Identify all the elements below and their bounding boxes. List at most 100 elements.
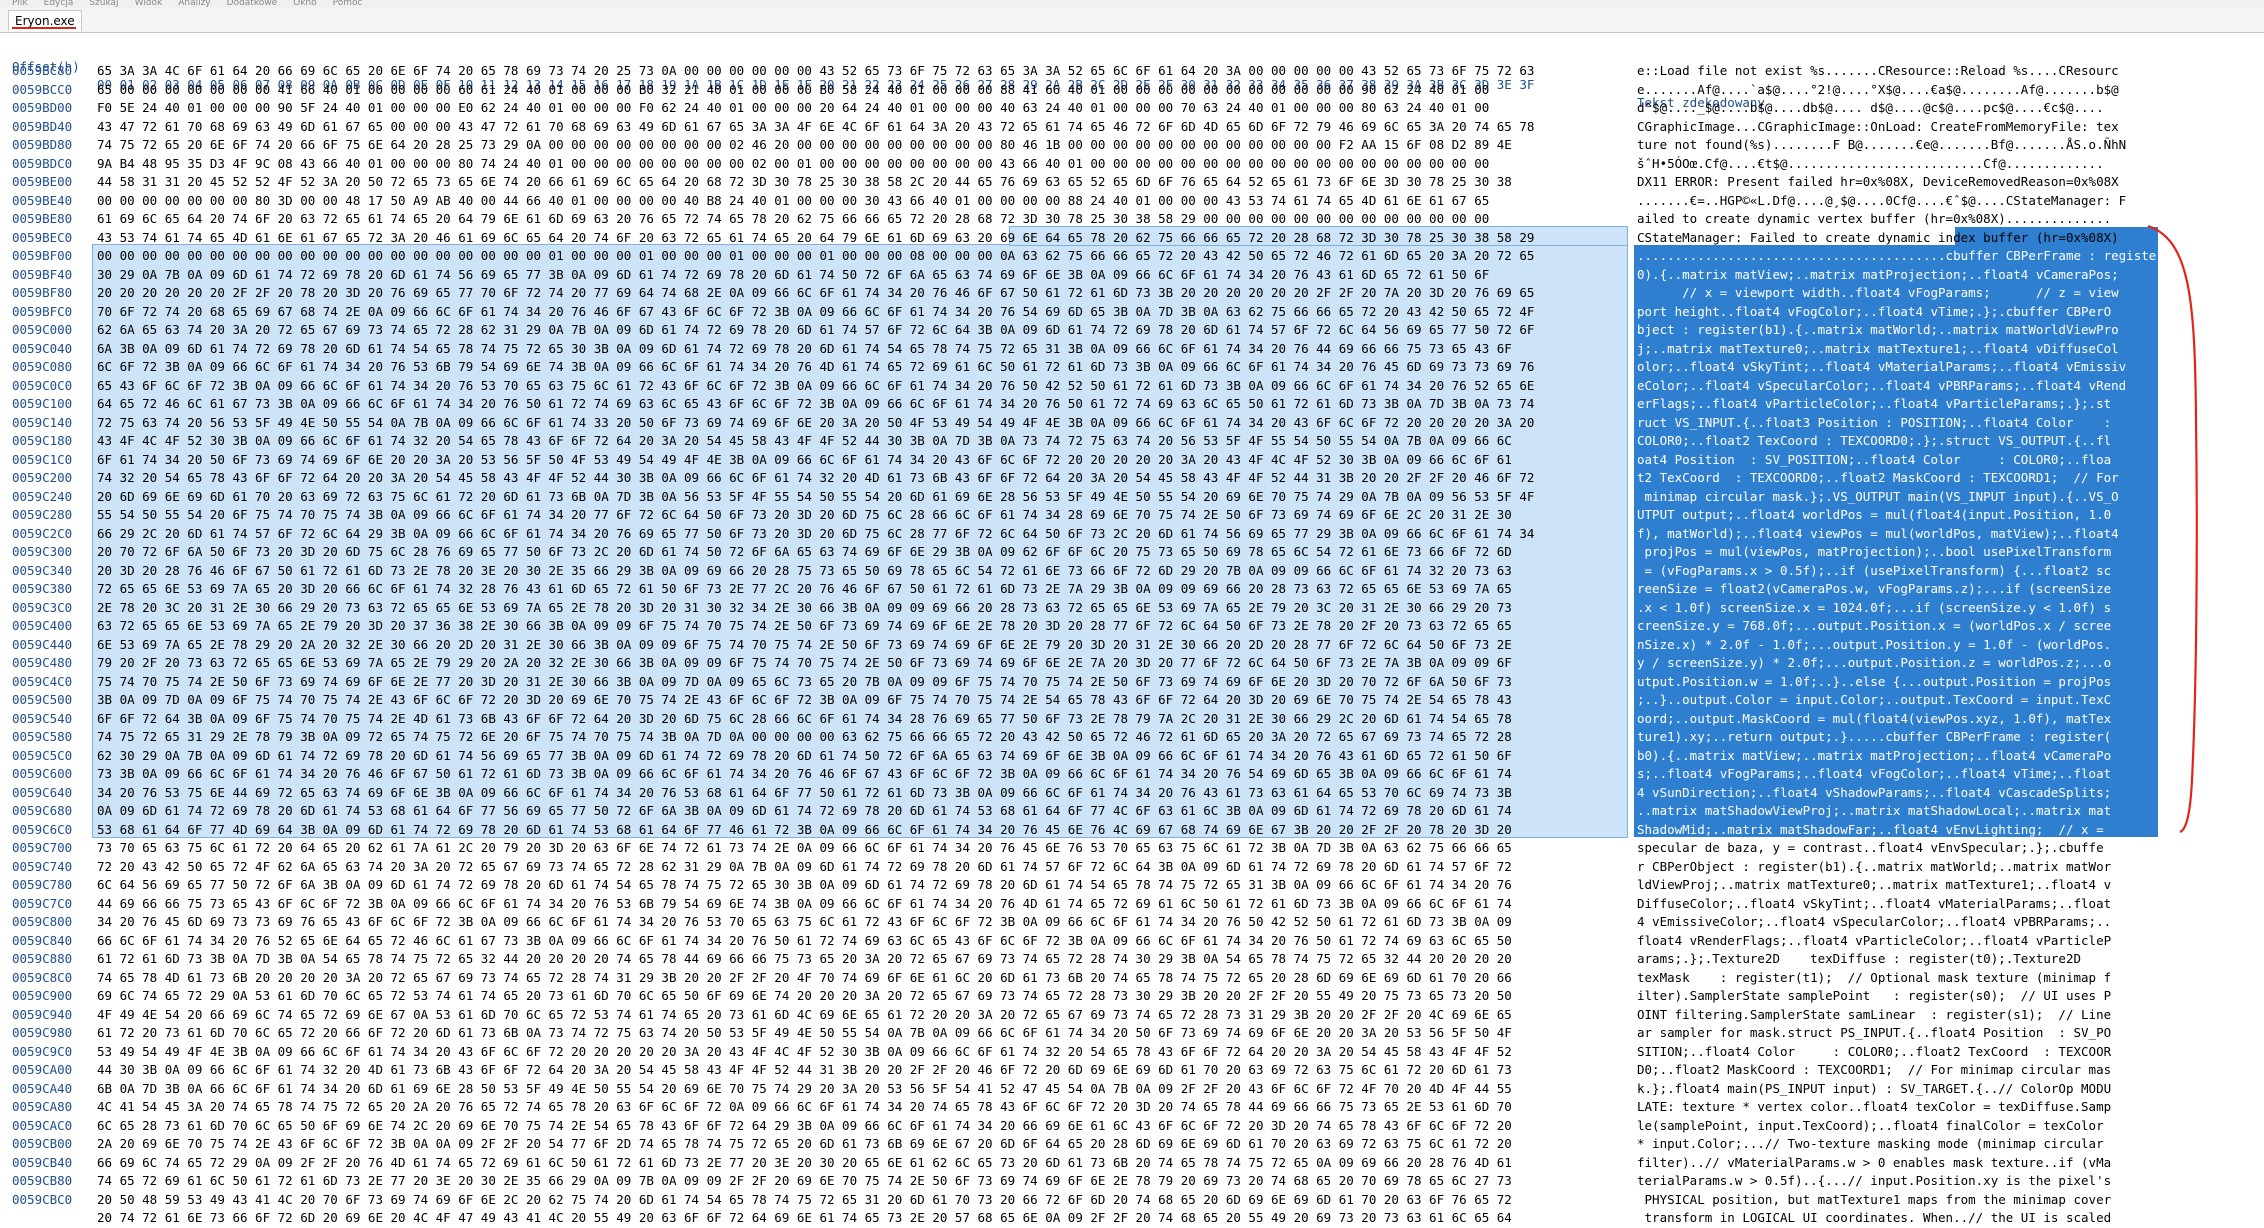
text-row[interactable]: ..matrix matShadowViewProj;..matrix matS… [1637, 802, 2157, 821]
hex-row[interactable]: 2A 20 69 6E 70 75 74 2E 43 6F 6C 6F 72 3… [97, 1135, 1627, 1154]
text-row[interactable]: 0).{..matrix matView;..matrix matProject… [1637, 266, 2157, 285]
text-row[interactable]: ;..}..output.Color = input.Color;..outpu… [1637, 691, 2157, 710]
hex-row[interactable]: 6B 0A 7D 3B 0A 66 6C 6F 61 74 34 20 6D 6… [97, 1080, 1627, 1099]
hex-row[interactable]: 75 74 70 75 74 2E 50 6F 73 69 74 69 6F 6… [97, 673, 1627, 692]
hex-row[interactable]: 69 6C 74 65 72 29 0A 53 61 6D 70 6C 65 7… [97, 987, 1627, 1006]
text-row[interactable]: OINT filtering.SamplerState samLinear : … [1637, 1006, 2157, 1025]
hex-row[interactable]: 44 30 3B 0A 09 66 6C 6F 61 74 32 20 4D 6… [97, 1061, 1627, 1080]
hex-bytes-area[interactable]: 65 3A 3A 4C 6F 61 64 20 66 69 6C 65 20 6… [97, 62, 1627, 1228]
text-row[interactable]: ture1).xy;..return output;.}.....cbuffer… [1637, 728, 2157, 747]
hex-row[interactable]: 72 75 63 74 20 56 53 5F 49 4E 50 55 54 0… [97, 414, 1627, 433]
text-row[interactable]: texMask : register(t1); // Optional mask… [1637, 969, 2157, 988]
hex-row[interactable]: 74 65 72 69 61 6C 50 61 72 61 6D 73 2E 7… [97, 1172, 1627, 1191]
text-row[interactable]: transform in LOGICAL UI coordinates. Whe… [1637, 1209, 2157, 1228]
hex-row[interactable]: 66 29 2C 20 6D 61 74 57 6F 72 6C 64 29 3… [97, 525, 1627, 544]
hex-row[interactable]: 53 49 54 49 4F 4E 3B 0A 09 66 6C 6F 61 7… [97, 1043, 1627, 1062]
hex-row[interactable]: 4C 41 54 45 3A 20 74 65 78 74 75 72 65 2… [97, 1098, 1627, 1117]
text-row[interactable]: arams;.};.Texture2D texDiffuse : registe… [1637, 950, 2157, 969]
hex-row[interactable]: 6C 64 56 69 65 77 50 72 6F 6A 3B 0A 09 6… [97, 876, 1627, 895]
hex-row[interactable]: 20 6D 69 6E 69 6D 61 70 20 63 69 72 63 7… [97, 488, 1627, 507]
hex-row[interactable]: 44 69 66 66 75 73 65 43 6F 6C 6F 72 3B 0… [97, 895, 1627, 914]
text-row[interactable]: b0).{..matrix matView;..matrix matProjec… [1637, 747, 2157, 766]
hex-row[interactable]: 43 53 74 61 74 65 4D 61 6E 61 67 65 72 3… [97, 229, 1627, 248]
hex-row[interactable]: 00 00 00 00 00 00 00 00 00 00 00 00 00 0… [97, 247, 1627, 266]
hex-row[interactable]: 44 58 31 31 20 45 52 52 4F 52 3A 20 50 7… [97, 173, 1627, 192]
hex-row[interactable]: 6E 53 69 7A 65 2E 78 29 20 2A 20 32 2E 3… [97, 636, 1627, 655]
menu-item[interactable]: Dodatkowe [227, 0, 278, 8]
menu-item[interactable]: Plik [12, 0, 28, 8]
text-row[interactable]: 4 vSunDirection;..float4 vShadowParams;.… [1637, 784, 2157, 803]
hex-row[interactable]: 43 47 72 61 70 68 69 63 49 6D 61 67 65 0… [97, 118, 1627, 137]
hex-row[interactable]: F0 5E 24 40 01 00 00 00 90 5F 24 40 01 0… [97, 99, 1627, 118]
text-row[interactable]: le(samplePoint, input.TexCoord);..float4… [1637, 1117, 2157, 1136]
text-row[interactable]: šˆH•5ÓOœ.Cf@....€t$@....................… [1637, 155, 2157, 174]
text-row[interactable]: creenSize.y = 768.0f;...output.Position.… [1637, 617, 2157, 636]
text-row[interactable]: SITION;..float4 Color : COLOR0;..float2 … [1637, 1043, 2157, 1062]
text-row[interactable]: terialParams.w > 0.5f)..{...// input.Pos… [1637, 1172, 2157, 1191]
text-row[interactable]: filter)..// vMaterialParams.w > 0 enable… [1637, 1154, 2157, 1173]
hex-row[interactable]: 62 30 29 0A 7B 0A 09 6D 61 74 72 69 78 2… [97, 747, 1627, 766]
hex-row[interactable]: 64 65 72 46 6C 61 67 73 3B 0A 09 66 6C 6… [97, 395, 1627, 414]
hex-row[interactable]: 20 50 48 59 53 49 43 41 4C 20 70 6F 73 6… [97, 1191, 1627, 1210]
hex-row[interactable]: 74 75 72 65 31 29 2E 78 79 3B 0A 09 72 6… [97, 728, 1627, 747]
text-row[interactable]: erFlags;..float4 vParticleColor;..float4… [1637, 395, 2157, 414]
hex-row[interactable]: 72 65 65 6E 53 69 7A 65 20 3D 20 66 6C 6… [97, 580, 1627, 599]
text-row[interactable]: utput.Position.w = 1.0f;..}..else {...ou… [1637, 673, 2157, 692]
text-row[interactable]: k.};.float4 main(PS_INPUT input) : SV_TA… [1637, 1080, 2157, 1099]
text-row[interactable]: f), matWorld);..float4 viewPos = mul(wor… [1637, 525, 2157, 544]
text-row[interactable]: e.......Af@....`a$@....°2!@....°X$@....€… [1637, 81, 2157, 100]
text-row[interactable]: bject : register(b1).{..matrix matWorld;… [1637, 321, 2157, 340]
text-row[interactable]: UTPUT output;..float4 worldPos = mul(flo… [1637, 506, 2157, 525]
menu-item[interactable]: Pomoc [333, 0, 363, 8]
hex-row[interactable]: 00 00 00 00 00 00 00 80 3D 00 00 48 17 5… [97, 192, 1627, 211]
text-row[interactable]: DX11 ERROR: Present failed hr=0x%08X, De… [1637, 173, 2157, 192]
text-row[interactable]: r CBPerObject : register(b1).{..matrix m… [1637, 858, 2157, 877]
text-row[interactable]: oat4 Position : SV_POSITION;..float4 Col… [1637, 451, 2157, 470]
hex-row[interactable]: 20 74 72 61 6E 73 66 6F 72 6D 20 69 6E 2… [97, 1209, 1627, 1228]
text-row[interactable]: port height..float4 vFogColor;..float4 v… [1637, 303, 2157, 322]
menu-item[interactable]: Szukaj [89, 0, 118, 8]
text-row[interactable]: nSize.x) * 2.0f - 1.0f;...output.Positio… [1637, 636, 2157, 655]
text-row[interactable]: s;..float4 vFogParams;..float4 vFogColor… [1637, 765, 2157, 784]
hex-row[interactable]: 66 6C 6F 61 74 34 20 76 52 65 6E 64 65 7… [97, 932, 1627, 951]
hex-row[interactable]: 74 32 20 54 65 78 43 6F 6F 72 64 20 20 3… [97, 469, 1627, 488]
menu-item[interactable]: Analizy [178, 0, 210, 8]
text-row[interactable]: // x = viewport width..float4 vFogParams… [1637, 284, 2157, 303]
text-row[interactable]: y / screenSize.y) * 2.0f;...output.Posit… [1637, 654, 2157, 673]
hex-row[interactable]: 4F 49 4E 54 20 66 69 6C 74 65 72 69 6E 6… [97, 1006, 1627, 1025]
hex-row[interactable]: 20 70 72 6F 6A 50 6F 73 20 3D 20 6D 75 6… [97, 543, 1627, 562]
text-row[interactable]: .x < 1.0f) screenSize.x = 1024.0f;...if … [1637, 599, 2157, 618]
text-row[interactable]: 4 vEmissiveColor;..float4 vSpecularColor… [1637, 913, 2157, 932]
hex-row[interactable]: 6F 61 74 34 20 50 6F 73 69 74 69 6F 6E 2… [97, 451, 1627, 470]
hex-row[interactable]: 66 69 6C 74 65 72 29 0A 09 2F 2F 20 76 4… [97, 1154, 1627, 1173]
hex-row[interactable]: 20 20 20 20 20 20 2F 2F 20 78 20 3D 20 7… [97, 284, 1627, 303]
hex-row[interactable]: 65 3A 3A 4C 6F 61 64 20 66 69 6C 65 20 6… [97, 62, 1627, 81]
text-row[interactable]: e::Load file not exist %s.......CResourc… [1637, 62, 2157, 81]
hex-row[interactable]: 6C 6F 72 3B 0A 09 66 6C 6F 61 74 34 20 7… [97, 358, 1627, 377]
hex-row[interactable]: 61 69 6C 65 64 20 74 6F 20 63 72 65 61 7… [97, 210, 1627, 229]
text-row[interactable]: ruct VS_INPUT.{..float3 Position : POSIT… [1637, 414, 2157, 433]
hex-row[interactable]: 62 6A 65 63 74 20 3A 20 72 65 67 69 73 7… [97, 321, 1627, 340]
text-row[interactable]: ailed to create dynamic vertex buffer (h… [1637, 210, 2157, 229]
text-row[interactable]: = (vFogParams.x > 0.5f);..if (usePixelTr… [1637, 562, 2157, 581]
text-row[interactable]: COLOR0;..float2 TexCoord : TEXCOORD0;.};… [1637, 432, 2157, 451]
hex-row[interactable]: 6F 6F 72 64 3B 0A 09 6F 75 74 70 75 74 2… [97, 710, 1627, 729]
text-row[interactable]: d^$@...._$@....b$@....db$@.... d$@....@c… [1637, 99, 2157, 118]
text-row[interactable]: ilter).SamplerState samplePoint : regist… [1637, 987, 2157, 1006]
hex-row[interactable]: 74 65 78 4D 61 73 6B 20 20 20 20 3A 20 7… [97, 969, 1627, 988]
hex-row[interactable]: 73 3B 0A 09 66 6C 6F 61 74 34 20 76 46 6… [97, 765, 1627, 784]
hex-row[interactable]: 2E 78 20 3C 20 31 2E 30 66 29 20 73 63 7… [97, 599, 1627, 618]
text-row[interactable]: ldViewProj;..matrix matTexture0;..matrix… [1637, 876, 2157, 895]
hex-row[interactable]: 53 68 61 64 6F 77 4D 69 64 3B 0A 09 6D 6… [97, 821, 1627, 840]
hex-row[interactable]: 65 43 6F 6C 6F 72 3B 0A 09 66 6C 6F 61 7… [97, 377, 1627, 396]
text-row[interactable]: * input.Color;...// Two-texture masking … [1637, 1135, 2157, 1154]
text-row[interactable]: j;..matrix matTexture0;..matrix matTextu… [1637, 340, 2157, 359]
text-row[interactable]: reenSize = float2(vCameraPos.w, vFogPara… [1637, 580, 2157, 599]
hex-row[interactable]: 34 20 76 53 75 6E 44 69 72 65 63 74 69 6… [97, 784, 1627, 803]
hex-row[interactable]: 72 20 43 42 50 65 72 4F 62 6A 65 63 74 2… [97, 858, 1627, 877]
text-row[interactable]: specular de baza, y = contrast..float4 v… [1637, 839, 2157, 858]
hex-row[interactable]: 61 72 20 73 61 6D 70 6C 65 72 20 66 6F 7… [97, 1024, 1627, 1043]
decoded-text-area[interactable]: e::Load file not exist %s.......CResourc… [1637, 62, 2157, 1228]
menu-item[interactable]: Edycja [44, 0, 74, 8]
hex-row[interactable]: 34 20 76 45 6D 69 73 73 69 76 65 43 6F 6… [97, 913, 1627, 932]
